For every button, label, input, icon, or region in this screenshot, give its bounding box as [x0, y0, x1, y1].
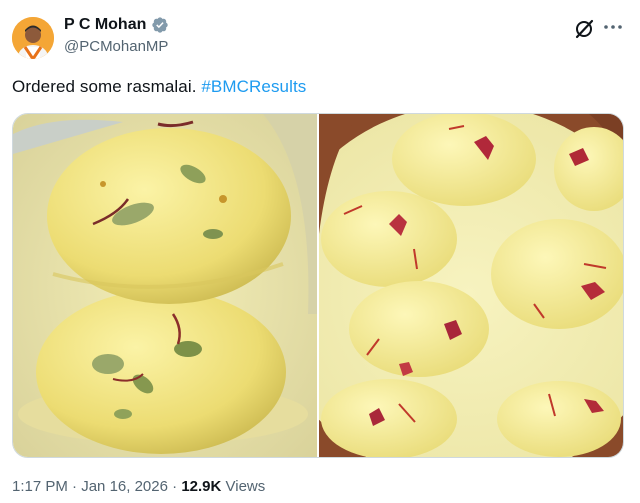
author-name[interactable]: P C Mohan	[64, 16, 169, 34]
more-options-icon[interactable]	[601, 16, 625, 38]
author-avatar[interactable]	[12, 17, 54, 59]
avatar-image	[12, 17, 54, 59]
rasmalai-bowl-photo[interactable]	[319, 114, 623, 457]
meta-separator: ·	[67, 478, 82, 495]
meta-separator: ·	[167, 478, 182, 495]
tweet-meta: 1:17 PM · Jan 16, 2026 · 12.9K Views	[12, 478, 265, 495]
tweet-time[interactable]: 1:17 PM	[12, 478, 68, 495]
tweet-media[interactable]	[12, 113, 624, 458]
tweet-text: Ordered some rasmalai. #BMCResults	[12, 77, 306, 97]
tweet-body: Ordered some rasmalai.	[12, 77, 202, 96]
author-handle[interactable]: @PCMohanMP	[64, 38, 168, 55]
tweet-date[interactable]: Jan 16, 2026	[81, 478, 168, 495]
grok-icon[interactable]	[573, 18, 595, 40]
views-count: 12.9K	[181, 478, 222, 495]
hashtag-link[interactable]: #BMCResults	[201, 77, 306, 96]
rasmalai-closeup-photo[interactable]	[13, 114, 317, 457]
views-label: Views	[221, 478, 266, 495]
author-name-text[interactable]: P C Mohan	[64, 16, 146, 34]
verified-badge-icon[interactable]	[151, 16, 169, 34]
